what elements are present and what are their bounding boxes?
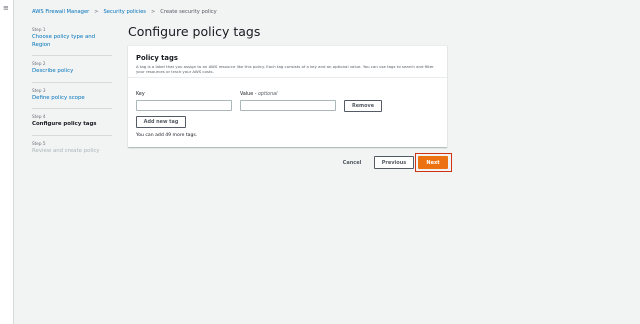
key-label: Key <box>136 92 145 97</box>
divider <box>32 55 112 57</box>
wizard-step-1: Step 1 Choose policy type and Region <box>32 27 112 49</box>
value-label: Value - optional <box>240 92 277 97</box>
step-number: Step 3 <box>32 87 46 93</box>
next-button[interactable]: Next <box>418 156 448 169</box>
wizard-step-3: Step 3 Define policy scope <box>32 88 112 103</box>
divider <box>32 81 112 83</box>
breadcrumb: AWS Firewall Manager > Security policies… <box>32 9 217 15</box>
tag-key-input[interactable] <box>136 100 232 111</box>
tags-remaining-hint: You can add 49 more tags. <box>136 133 198 138</box>
panel-header: Policy tags A tag is a label that you as… <box>128 46 447 78</box>
breadcrumb-security-policies[interactable]: Security policies <box>104 9 147 15</box>
side-navigation-rail: ≡ <box>0 0 14 324</box>
tag-value-input[interactable] <box>240 100 336 111</box>
policy-tags-panel: Policy tags A tag is a label that you as… <box>128 45 447 147</box>
wizard-steps: Step 1 Choose policy type and Region Ste… <box>32 27 112 162</box>
wizard-step-4: Step 4 Configure policy tags <box>32 114 112 129</box>
step-link-describe-policy[interactable]: Describe policy <box>32 68 112 76</box>
app-root: ≡ AWS Firewall Manager > Security polici… <box>0 0 640 324</box>
panel-description: A tag is a label that you assign to an A… <box>136 64 434 75</box>
breadcrumb-create-policy: Create security policy <box>160 9 217 15</box>
cancel-button[interactable]: Cancel <box>336 157 368 169</box>
panel-title: Policy tags <box>136 54 178 62</box>
step-current-configure-tags: Configure policy tags <box>32 121 97 128</box>
add-new-tag-button[interactable]: Add new tag <box>136 116 186 128</box>
previous-button[interactable]: Previous <box>374 156 414 169</box>
step-link-choose-policy-type[interactable]: Choose policy type and Region <box>32 34 112 49</box>
wizard-step-2: Step 2 Describe policy <box>32 61 112 76</box>
step-link-define-scope[interactable]: Define policy scope <box>32 95 112 103</box>
step-number: Step 1 <box>32 27 46 32</box>
breadcrumb-firewall-manager[interactable]: AWS Firewall Manager <box>32 9 89 15</box>
step-number: Step 2 <box>32 61 46 67</box>
value-label-text: Value <box>240 92 254 97</box>
wizard-step-5: Step 5 Review and create policy <box>32 141 112 156</box>
chevron-right-icon: > <box>94 9 99 15</box>
page-title: Configure policy tags <box>128 24 261 39</box>
remove-tag-button[interactable]: Remove <box>344 100 382 112</box>
step-disabled-review-create: Review and create policy <box>32 147 100 154</box>
divider <box>32 108 112 110</box>
chevron-right-icon: > <box>151 9 156 15</box>
step-number: Step 5 <box>32 140 46 146</box>
value-optional-text: - optional <box>254 92 278 97</box>
step-number: Step 4 <box>32 114 46 120</box>
divider <box>32 134 112 136</box>
hamburger-icon[interactable]: ≡ <box>3 5 9 12</box>
